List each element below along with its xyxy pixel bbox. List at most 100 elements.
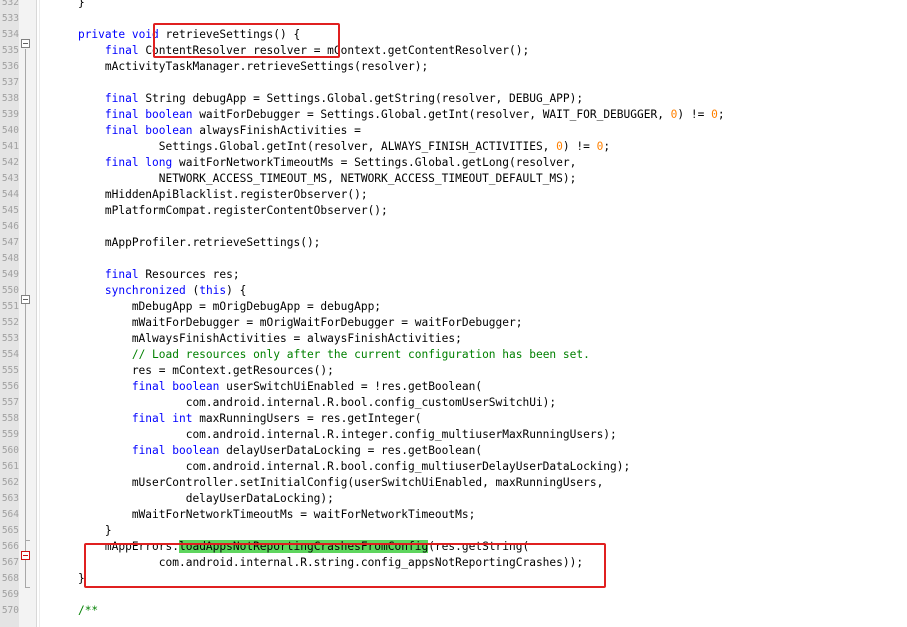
code-text: final boolean userSwitchUiEnabled = !res…: [51, 379, 482, 395]
code-text: mWaitForDebugger = mOrigWaitForDebugger …: [51, 315, 523, 331]
keyword-token: final long: [104, 156, 173, 169]
line-number: 539: [1, 109, 19, 120]
code-line[interactable]: 563 delayUserDataLocking);: [0, 491, 907, 507]
code-text: }: [51, 0, 85, 11]
code-token: mAlwaysFinishActivities = alwaysFinishAc…: [51, 332, 462, 345]
code-token: com.android.internal.R.integer.config_mu…: [51, 428, 617, 441]
code-token: }: [51, 0, 85, 9]
number-token: 0: [556, 140, 563, 153]
code-token: Resources res;: [138, 268, 240, 281]
code-text: // Load resources only after the current…: [51, 347, 590, 363]
code-line[interactable]: 534 private void retrieveSettings() {: [0, 27, 907, 43]
code-text: res = mContext.getResources();: [51, 363, 334, 379]
keyword-token: final boolean: [131, 380, 220, 393]
code-text: mWaitForNetworkTimeoutMs = waitForNetwor…: [51, 507, 476, 523]
code-text: NETWORK_ACCESS_TIMEOUT_MS, NETWORK_ACCES…: [51, 171, 577, 187]
line-number: 545: [1, 205, 19, 216]
code-token: }: [51, 524, 112, 537]
keyword-token: final int: [131, 412, 193, 425]
code-line[interactable]: 559 com.android.internal.R.integer.confi…: [0, 427, 907, 443]
code-text: }: [51, 571, 85, 587]
code-token: waitForDebugger = Settings.Global.getInt…: [192, 108, 671, 121]
code-line[interactable]: 546: [0, 219, 907, 235]
code-line[interactable]: 551 mDebugApp = mOrigDebugApp = debugApp…: [0, 299, 907, 315]
code-token: ;: [603, 140, 611, 153]
keyword-token: final boolean: [104, 108, 193, 121]
code-editor[interactable]: 532 } 533 534 private void retrieveSetting…: [0, 0, 907, 627]
line-number: 553: [1, 333, 19, 344]
code-line[interactable]: 544 mHiddenApiBlacklist.registerObserver…: [0, 187, 907, 203]
code-text: mAppProfiler.retrieveSettings();: [51, 235, 321, 251]
code-line[interactable]: 535 final ContentResolver resolver = mCo…: [0, 43, 907, 59]
code-token: mPlatformCompat.registerContentObserver(…: [51, 204, 388, 217]
line-number: 559: [1, 429, 19, 440]
code-line[interactable]: 556 final boolean userSwitchUiEnabled = …: [0, 379, 907, 395]
code-line[interactable]: 543 NETWORK_ACCESS_TIMEOUT_MS, NETWORK_A…: [0, 171, 907, 187]
code-line[interactable]: 557 com.android.internal.R.bool.config_c…: [0, 395, 907, 411]
line-number: 536: [1, 61, 19, 72]
line-number: 541: [1, 141, 19, 152]
code-line[interactable]: 553 mAlwaysFinishActivities = alwaysFini…: [0, 331, 907, 347]
line-number: 540: [1, 125, 19, 136]
code-line[interactable]: 532 }: [0, 0, 907, 11]
keyword-token: final: [104, 44, 139, 57]
code-line[interactable]: 533: [0, 11, 907, 27]
code-token: mWaitForDebugger = mOrigWaitForDebugger …: [51, 316, 523, 329]
code-line[interactable]: 569: [0, 587, 907, 603]
code-line[interactable]: 564 mWaitForNetworkTimeoutMs = waitForNe…: [0, 507, 907, 523]
code-line[interactable]: 547 mAppProfiler.retrieveSettings();: [0, 235, 907, 251]
code-line[interactable]: 562 mUserController.setInitialConfig(use…: [0, 475, 907, 491]
code-line[interactable]: 570 /**: [0, 603, 907, 619]
code-line[interactable]: 558 final int maxRunningUsers = res.getI…: [0, 411, 907, 427]
code-line[interactable]: 539 final boolean waitForDebugger = Sett…: [0, 107, 907, 123]
line-number: 563: [1, 493, 19, 504]
code-line[interactable]: 554 // Load resources only after the cur…: [0, 347, 907, 363]
code-text: }: [51, 523, 112, 539]
code-line[interactable]: 537: [0, 75, 907, 91]
code-text: mUserController.setInitialConfig(userSwi…: [51, 475, 604, 491]
line-number: 547: [1, 237, 19, 248]
code-line[interactable]: 542 final long waitForNetworkTimeoutMs =…: [0, 155, 907, 171]
code-text: final boolean waitForDebugger = Settings…: [51, 107, 725, 123]
code-line[interactable]: 549 final Resources res;: [0, 267, 907, 283]
comment-token: /**: [77, 604, 99, 617]
line-number: 534: [1, 29, 19, 40]
code-token: mActivityTaskManager.retrieveSettings(re…: [51, 60, 429, 73]
code-line[interactable]: 561 com.android.internal.R.bool.config_m…: [0, 459, 907, 475]
line-number: 557: [1, 397, 19, 408]
line-number: 538: [1, 93, 19, 104]
code-line[interactable]: 545 mPlatformCompat.registerContentObser…: [0, 203, 907, 219]
line-number: 542: [1, 157, 19, 168]
code-token: mUserController.setInitialConfig(userSwi…: [51, 476, 604, 489]
fold-toggle-icon[interactable]: [21, 551, 30, 560]
code-token: maxRunningUsers = res.getInteger(: [192, 412, 422, 425]
line-number: 550: [1, 285, 19, 296]
code-token: String debugApp = Settings.Global.getStr…: [138, 92, 584, 105]
code-line[interactable]: 538 final String debugApp = Settings.Glo…: [0, 91, 907, 107]
code-text: mAlwaysFinishActivities = alwaysFinishAc…: [51, 331, 462, 347]
line-number: 535: [1, 45, 19, 56]
code-line[interactable]: 541 Settings.Global.getInt(resolver, ALW…: [0, 139, 907, 155]
code-line[interactable]: 548: [0, 251, 907, 267]
code-line[interactable]: 565 }: [0, 523, 907, 539]
code-line[interactable]: 560 final boolean delayUserDataLocking =…: [0, 443, 907, 459]
code-line[interactable]: 550 synchronized (this) {: [0, 283, 907, 299]
code-line[interactable]: 540 final boolean alwaysFinishActivities…: [0, 123, 907, 139]
code-text: final String debugApp = Settings.Global.…: [51, 91, 583, 107]
code-line[interactable]: 552 mWaitForDebugger = mOrigWaitForDebug…: [0, 315, 907, 331]
code-text: final int maxRunningUsers = res.getInteg…: [51, 411, 422, 427]
code-line[interactable]: 536 mActivityTaskManager.retrieveSetting…: [0, 59, 907, 75]
fold-toggle-icon[interactable]: [21, 295, 30, 304]
code-line[interactable]: 555 res = mContext.getResources();: [0, 363, 907, 379]
annotation-box-highlighted-call: [84, 543, 606, 588]
line-number: 554: [1, 349, 19, 360]
fold-toggle-icon[interactable]: [21, 39, 30, 48]
code-token: NETWORK_ACCESS_TIMEOUT_MS, NETWORK_ACCES…: [51, 172, 577, 185]
keyword-token: this: [199, 284, 227, 297]
code-text: mHiddenApiBlacklist.registerObserver();: [51, 187, 368, 203]
